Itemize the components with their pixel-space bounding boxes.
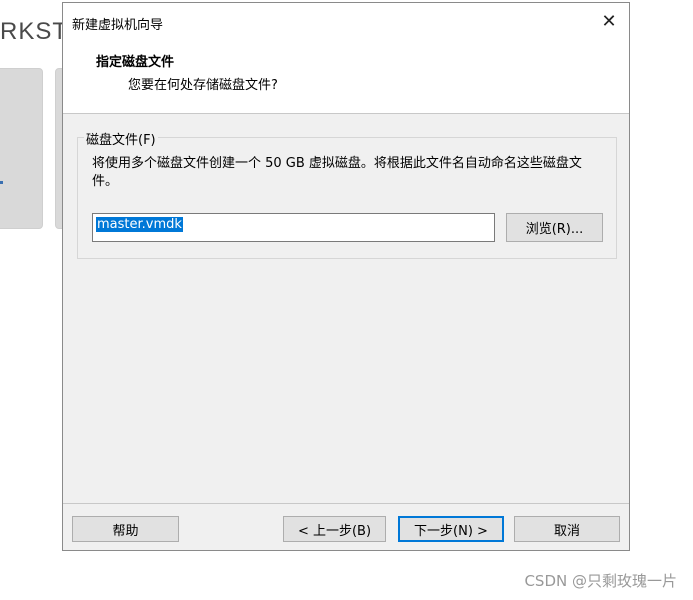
watermark-text: CSDN @只剩玫瑰一片: [524, 572, 677, 590]
help-button[interactable]: 帮助: [72, 516, 179, 542]
browse-button[interactable]: 浏览(R)...: [506, 213, 603, 242]
cancel-button[interactable]: 取消: [514, 516, 620, 542]
new-vm-wizard-dialog: 新建虚拟机向导 ✕ 指定磁盘文件 您要在何处存储磁盘文件? 磁盘文件(F) 将使…: [62, 2, 630, 551]
button-bar-divider: [63, 503, 629, 504]
disk-file-description: 将使用多个磁盘文件创建一个 50 GB 虚拟磁盘。将根据此文件名自动命名这些磁盘…: [92, 156, 582, 189]
close-icon[interactable]: ✕: [595, 7, 623, 35]
disk-file-name-input[interactable]: master.vmdk: [92, 213, 495, 242]
disk-file-name-value: master.vmdk: [96, 217, 183, 232]
next-button[interactable]: 下一步(N) >: [398, 516, 504, 542]
back-button[interactable]: < 上一步(B): [283, 516, 386, 542]
dialog-titlebar: 新建虚拟机向导 ✕: [63, 3, 629, 39]
wizard-step-subtitle: 您要在何处存储磁盘文件?: [128, 78, 278, 93]
wizard-header: 指定磁盘文件 您要在何处存储磁盘文件?: [63, 39, 629, 114]
background-app-logo: RKST: [0, 18, 69, 45]
disk-file-group-label: 磁盘文件(F): [84, 129, 158, 148]
disk-file-group: 磁盘文件(F) 将使用多个磁盘文件创建一个 50 GB 虚拟磁盘。将根据此文件名…: [77, 129, 617, 259]
background-card: [0, 68, 43, 229]
background-card-marker: [0, 181, 3, 184]
wizard-step-title: 指定磁盘文件: [96, 55, 175, 70]
dialog-title: 新建虚拟机向导: [72, 18, 164, 33]
